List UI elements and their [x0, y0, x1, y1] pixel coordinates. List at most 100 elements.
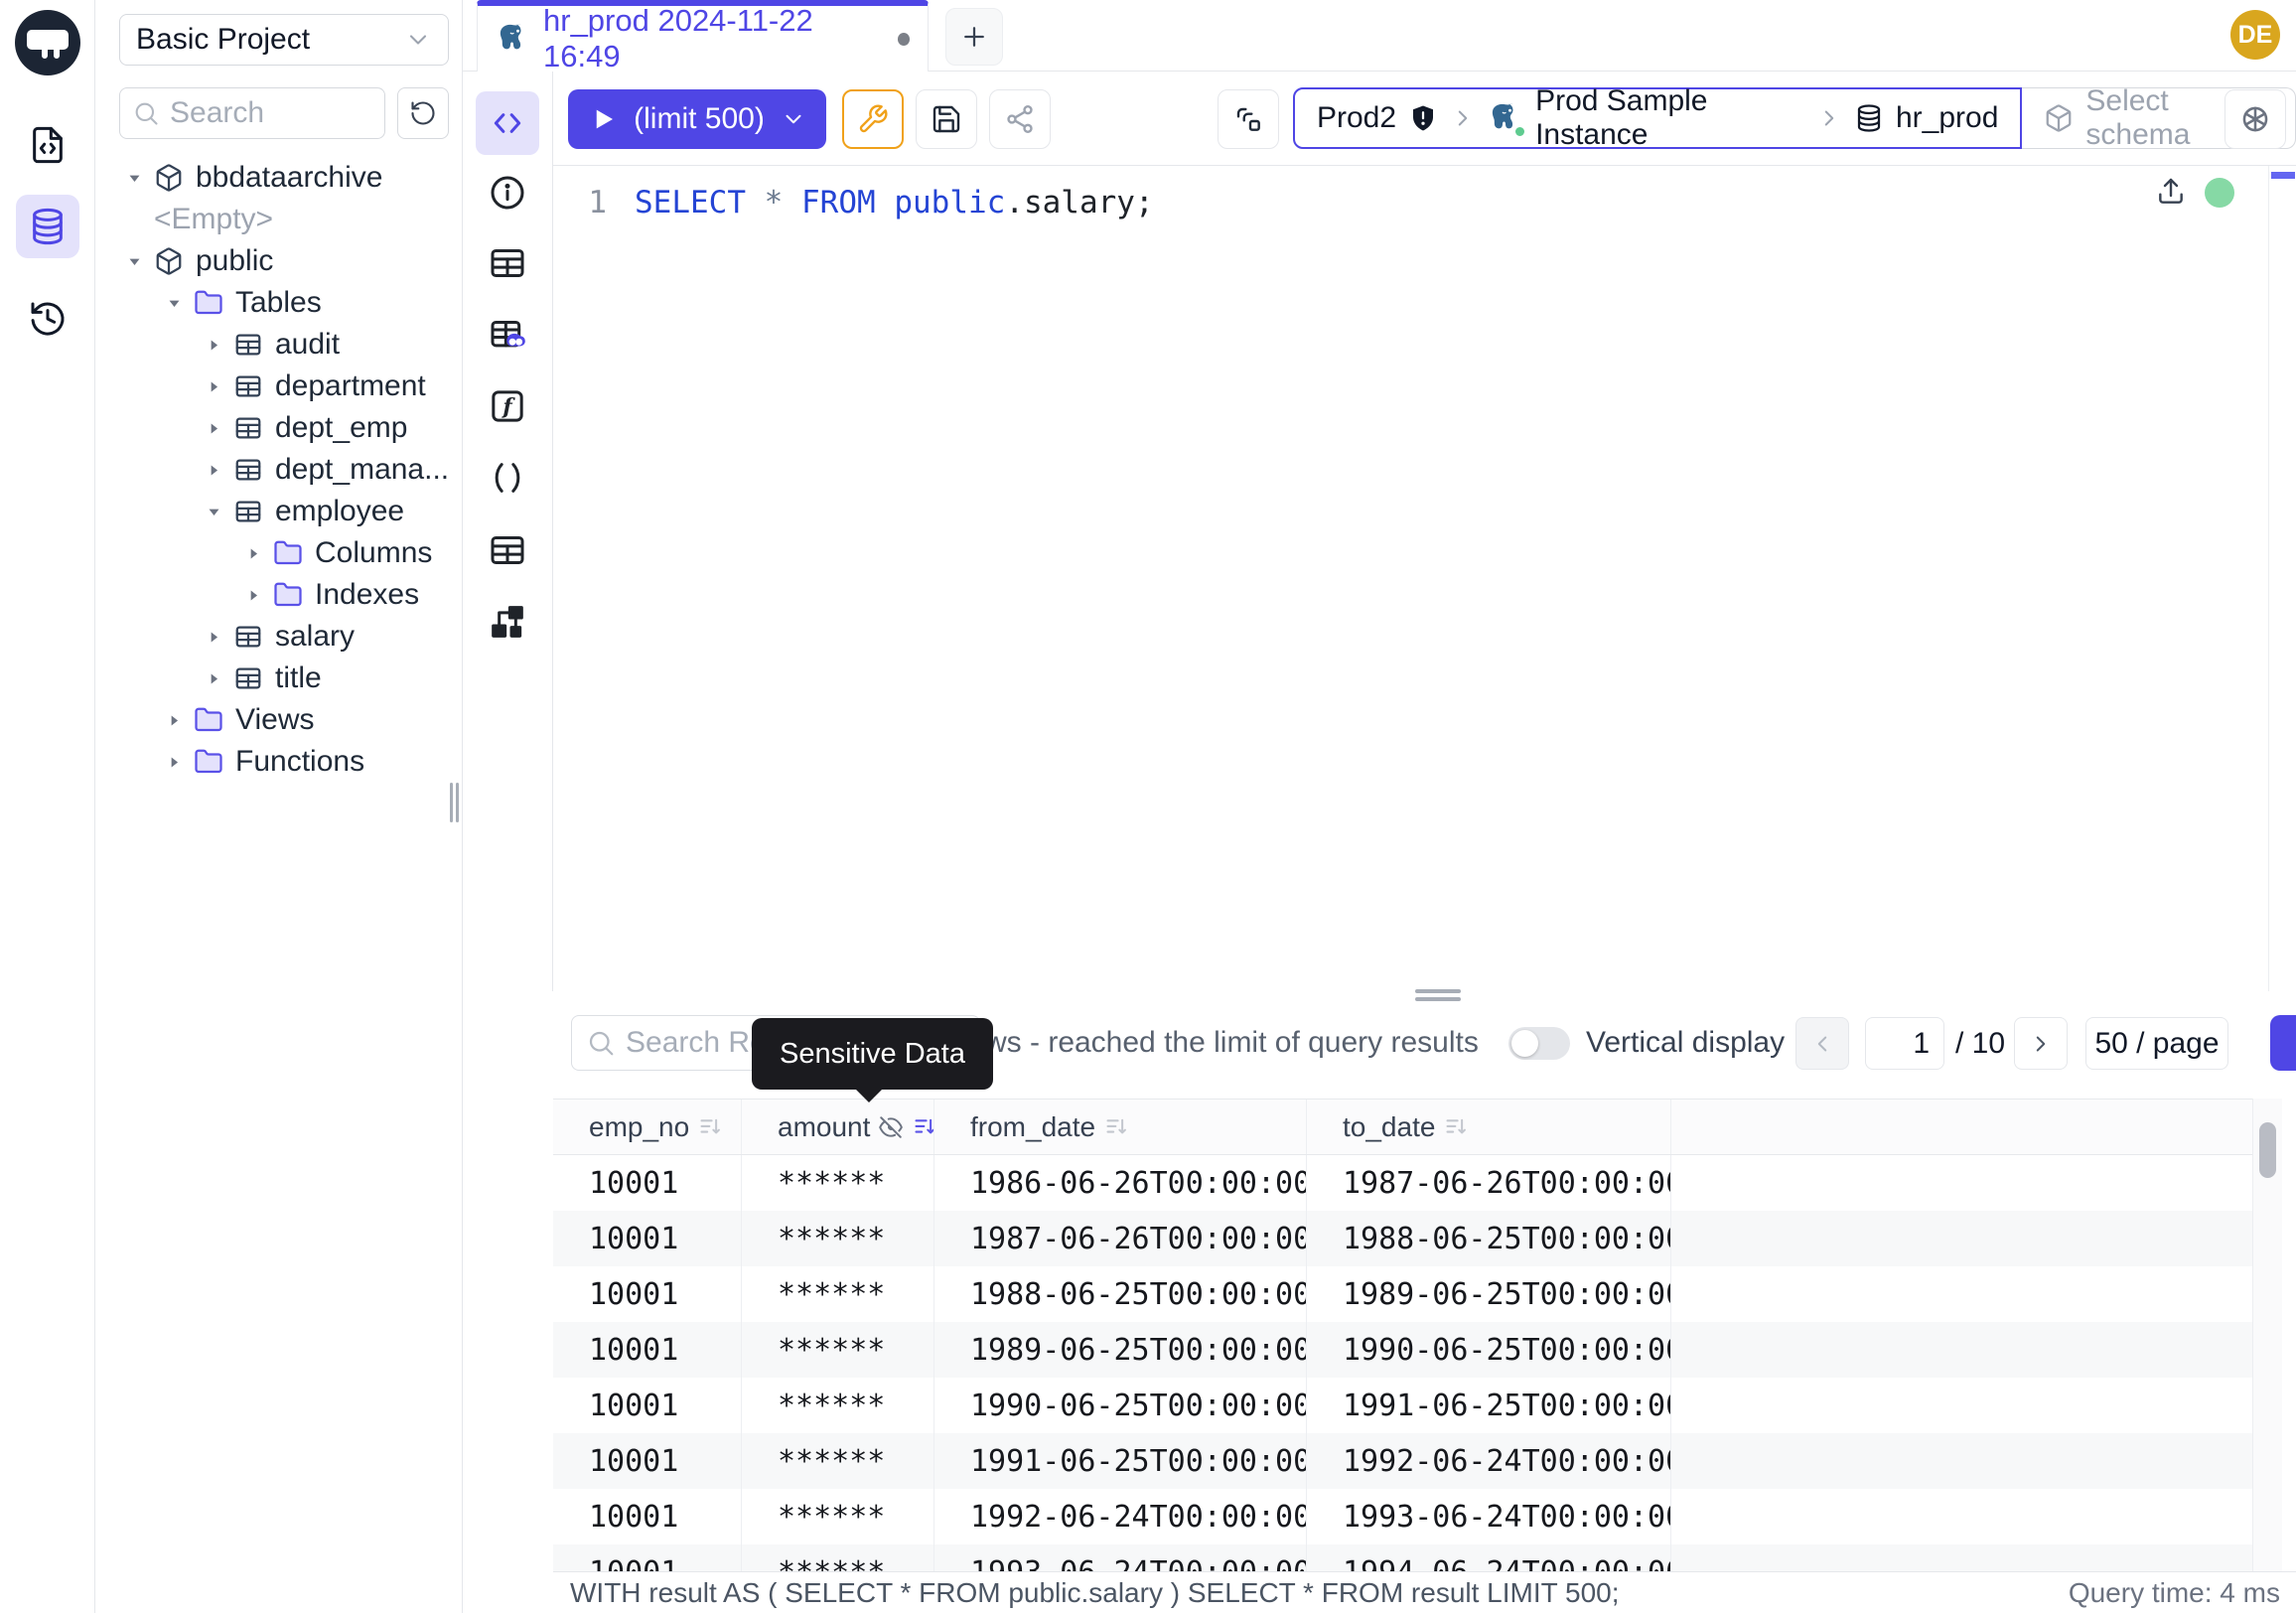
caret-right-icon[interactable]: [245, 541, 273, 565]
table-cell[interactable]: 10001: [553, 1489, 742, 1544]
refresh-schema-button[interactable]: [397, 87, 449, 139]
table-cell[interactable]: 10001: [553, 1378, 742, 1433]
caret-right-icon[interactable]: [206, 666, 233, 690]
table-cell[interactable]: 1987-06-26T00:00:00Z: [1307, 1155, 1671, 1211]
table-cell[interactable]: ******: [742, 1489, 934, 1544]
export-button-edge[interactable]: [2270, 1015, 2296, 1071]
nav-rail-item-worksheets[interactable]: [16, 113, 79, 177]
table-cell[interactable]: 1991-06-25T00:00:00Z: [934, 1433, 1307, 1489]
sort-icon[interactable]: [697, 1113, 724, 1140]
table-cell[interactable]: ******: [742, 1155, 934, 1211]
table-cell[interactable]: 1992-06-24T00:00:00Z: [1307, 1433, 1671, 1489]
avatar[interactable]: DE: [2230, 10, 2280, 60]
tree-item[interactable]: Functions: [95, 741, 461, 783]
table-cell[interactable]: 1986-06-26T00:00:00Z: [934, 1155, 1307, 1211]
nav-rail-item-history[interactable]: [16, 287, 79, 351]
caret-right-icon[interactable]: [206, 333, 233, 357]
caret-right-icon[interactable]: [206, 416, 233, 440]
tree-item[interactable]: bbdataarchive: [95, 157, 461, 199]
caret-right-icon[interactable]: [206, 374, 233, 398]
editor-tab-code-button[interactable]: [476, 91, 539, 155]
caret-down-icon[interactable]: [166, 291, 194, 315]
table-cell[interactable]: 10001: [553, 1544, 742, 1571]
table-cell[interactable]: 10001: [553, 1266, 742, 1322]
sidebar-search[interactable]: [119, 87, 385, 139]
caret-right-icon[interactable]: [166, 750, 194, 774]
table-cell[interactable]: ******: [742, 1266, 934, 1322]
table-cell[interactable]: 10001: [553, 1322, 742, 1378]
caret-down-icon[interactable]: [126, 166, 154, 190]
external-table-button[interactable]: [476, 518, 539, 582]
table-cell[interactable]: 1990-06-25T00:00:00Z: [934, 1378, 1307, 1433]
table-cell[interactable]: 1993-06-24T00:00:00Z: [934, 1544, 1307, 1571]
caret-right-icon[interactable]: [166, 708, 194, 732]
table-cell[interactable]: 1987-06-26T00:00:00Z: [934, 1211, 1307, 1266]
table-cell[interactable]: ******: [742, 1378, 934, 1433]
table-cell[interactable]: 1989-06-25T00:00:00Z: [1307, 1266, 1671, 1322]
table-row[interactable]: 10001******1992-06-24T00:00:00Z1993-06-2…: [553, 1489, 2252, 1544]
table-cell[interactable]: 1994-06-24T00:00:00Z: [1307, 1544, 1671, 1571]
table-row[interactable]: 10001******1989-06-25T00:00:00Z1990-06-2…: [553, 1322, 2252, 1378]
tree-item[interactable]: employee: [95, 491, 461, 532]
table-row[interactable]: 10001******1986-06-26T00:00:00Z1987-06-2…: [553, 1155, 2252, 1211]
vertical-display-toggle[interactable]: [1508, 1027, 1570, 1060]
caret-right-icon[interactable]: [206, 458, 233, 482]
table-cell[interactable]: 10001: [553, 1155, 742, 1211]
results-scrollbar[interactable]: [2252, 1099, 2282, 1571]
nav-rail-item-databases[interactable]: [16, 195, 79, 258]
table-cell[interactable]: 1991-06-25T00:00:00Z: [1307, 1378, 1671, 1433]
table-detail-button[interactable]: [476, 231, 539, 295]
tree-item[interactable]: dept_mana...: [95, 449, 461, 491]
bytebase-logo[interactable]: [15, 10, 80, 75]
table-cell[interactable]: 1990-06-25T00:00:00Z: [1307, 1322, 1671, 1378]
page-size-select[interactable]: 50 / page: [2085, 1017, 2228, 1070]
procedures-panel-button[interactable]: [476, 446, 539, 510]
schema-diagram-button[interactable]: [476, 590, 539, 654]
functions-panel-button[interactable]: f: [476, 374, 539, 438]
table-cell[interactable]: 1989-06-25T00:00:00Z: [934, 1322, 1307, 1378]
tree-item[interactable]: <Empty>: [95, 199, 461, 240]
table-cell[interactable]: 10001: [553, 1211, 742, 1266]
column-header-emp_no[interactable]: emp_no: [553, 1100, 742, 1154]
table-cell[interactable]: ******: [742, 1544, 934, 1571]
column-header-from_date[interactable]: from_date: [934, 1100, 1307, 1154]
prev-page-button[interactable]: [1795, 1017, 1849, 1070]
page-number-input[interactable]: 1: [1865, 1017, 1944, 1070]
sort-icon[interactable]: [1443, 1113, 1470, 1140]
tree-item[interactable]: title: [95, 658, 461, 699]
table-row[interactable]: 10001******1988-06-25T00:00:00Z1989-06-2…: [553, 1266, 2252, 1322]
sidebar-resize-handle[interactable]: [450, 783, 459, 822]
ai-assistant-button[interactable]: [2224, 89, 2286, 149]
tree-item[interactable]: audit: [95, 324, 461, 366]
tree-item[interactable]: dept_emp: [95, 407, 461, 449]
caret-right-icon[interactable]: [206, 625, 233, 649]
connection-context[interactable]: Prod2 Prod Sample Instance hr_prod: [1293, 87, 2022, 149]
table-cell[interactable]: 1992-06-24T00:00:00Z: [934, 1489, 1307, 1544]
panel-splitter-handle[interactable]: [1415, 989, 1461, 1005]
next-page-button[interactable]: [2014, 1017, 2068, 1070]
save-sheet-button[interactable]: [916, 89, 977, 149]
column-header-amount[interactable]: amount: [742, 1100, 934, 1154]
format-sql-button[interactable]: [842, 89, 904, 149]
table-cell[interactable]: 1993-06-24T00:00:00Z: [1307, 1489, 1671, 1544]
table-cell[interactable]: ******: [742, 1433, 934, 1489]
tree-item[interactable]: Indexes: [95, 574, 461, 616]
caret-right-icon[interactable]: [245, 583, 273, 607]
scrollbar-thumb[interactable]: [2259, 1122, 2276, 1178]
sort-icon[interactable]: [912, 1113, 934, 1140]
tab-active[interactable]: hr_prod 2024-11-22 16:49: [477, 0, 929, 72]
tree-item[interactable]: department: [95, 366, 461, 407]
table-cell[interactable]: ******: [742, 1322, 934, 1378]
caret-down-icon[interactable]: [126, 249, 154, 273]
table-cell[interactable]: 10001: [553, 1433, 742, 1489]
table-cell[interactable]: ******: [742, 1211, 934, 1266]
tree-item[interactable]: Columns: [95, 532, 461, 574]
tree-item[interactable]: Tables: [95, 282, 461, 324]
table-row[interactable]: 10001******1993-06-24T00:00:00Z1994-06-2…: [553, 1544, 2252, 1571]
connection-button[interactable]: [1218, 89, 1279, 149]
column-header-to_date[interactable]: to_date: [1307, 1100, 1671, 1154]
table-cell[interactable]: 1988-06-25T00:00:00Z: [934, 1266, 1307, 1322]
table-cell[interactable]: 1988-06-25T00:00:00Z: [1307, 1211, 1671, 1266]
table-row[interactable]: 10001******1990-06-25T00:00:00Z1991-06-2…: [553, 1378, 2252, 1433]
share-sheet-button[interactable]: [989, 89, 1051, 149]
